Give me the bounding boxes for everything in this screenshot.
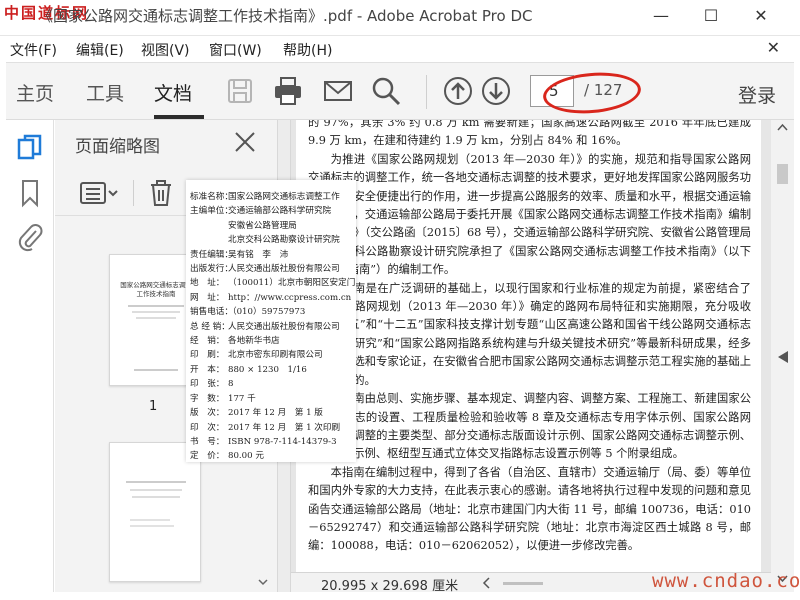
attachment-icon[interactable] xyxy=(16,222,44,252)
print-icon[interactable] xyxy=(272,75,304,107)
overlay-row: 印 刷： 北京市密东印刷有限公司 xyxy=(190,350,323,361)
doc-paragraph-4: 本指南由总则、实施步骤、基本规定、调整内容、调整方案、工程施工、新建国家公路交通… xyxy=(308,392,751,461)
tab-home[interactable]: 主页 xyxy=(16,79,54,106)
thumbnail-text-line xyxy=(136,317,176,319)
thumbnail-options-icon[interactable] xyxy=(79,180,119,206)
overlay-row: 安徽省公路管理局 xyxy=(228,220,297,231)
menu-help[interactable]: 帮助(H) xyxy=(283,40,332,60)
thumbnail-page-number: 1 xyxy=(149,399,158,414)
copyright-page-overlay: 标准名称： 国家公路网交通标志调整工作 主编单位： 交通运输部公路科学研究院 安徽省… xyxy=(186,180,356,462)
page-thumbnail-2[interactable] xyxy=(109,442,201,582)
toolbar-separator xyxy=(426,75,427,109)
thumbnail-panel-title: 页面缩略图 xyxy=(75,137,160,157)
thumbnail-cover-title-2: 工作技术指南 xyxy=(136,290,176,298)
overlay-row: 主编单位： 交通运输部公路科学研究院 xyxy=(190,206,332,217)
delete-page-icon[interactable] xyxy=(147,178,175,208)
doc-paragraph-5: 本指南在编制过程中，得到了各省（自治区、直辖市）交通运输厅（局、委）等单位和国内… xyxy=(308,465,751,553)
menu-bar: 文件(F) 编辑(E) 视图(V) 窗口(W) 帮助(H) ✕ xyxy=(0,36,800,62)
overlay-row: 经 销： 各地新华书店 xyxy=(190,336,280,347)
thumbnail-text-line xyxy=(134,369,178,371)
document-page: 的 97%，其余 3% 约 0.8 万 km 需要新建；国家高速公路网截至 20… xyxy=(296,120,761,592)
menu-view[interactable]: 视图(V) xyxy=(141,40,190,60)
title-bar: 中国道标网 《国家公路网交通标志调整工作技术指南》.pdf - Adobe Ac… xyxy=(0,0,800,36)
page-thumbnails-icon[interactable] xyxy=(16,134,44,164)
thumbnail-text-line xyxy=(130,489,182,491)
thumbnail-text-line xyxy=(132,496,180,498)
save-icon[interactable] xyxy=(224,75,256,107)
scroll-left-icon[interactable] xyxy=(481,577,493,589)
close-document-icon[interactable]: ✕ xyxy=(767,38,780,57)
overlay-row: 标准名称： 国家公路网交通标志调整工作 xyxy=(190,192,340,202)
page-up-icon[interactable] xyxy=(442,75,474,107)
menu-edit[interactable]: 编辑(E) xyxy=(76,40,124,60)
menu-window[interactable]: 窗口(W) xyxy=(209,40,262,60)
doc-paragraph-1: 的 97%，其余 3% 约 0.8 万 km 需要新建；国家高速公路网截至 20… xyxy=(308,120,751,148)
overlay-row: 字 数： 177 千 xyxy=(190,393,256,404)
login-button[interactable]: 登录 xyxy=(738,81,776,108)
close-panel-icon[interactable] xyxy=(233,130,257,154)
doc-paragraph-3: 本指南是在广泛调研的基础上，以现行国家和行业标准的规定为前提，紧密结合了《国家公… xyxy=(308,281,751,387)
site-watermark-url: www.cndao.com xyxy=(652,570,800,592)
thumbnail-text-line xyxy=(130,525,174,527)
overlay-row: 北京交科公路勘察设计研究院 xyxy=(228,235,340,246)
scrollbar-graphic xyxy=(777,123,788,583)
minimize-button[interactable]: — xyxy=(646,4,676,28)
active-tab-indicator xyxy=(154,115,204,119)
overlay-row: 责任编辑： 吴有铭 李 沛 xyxy=(190,249,289,260)
overlay-row: 印 张： 8 xyxy=(190,379,234,390)
thumbnail-cover-title-1: 国家公路网交通标志调整 xyxy=(120,281,192,289)
page-down-icon[interactable] xyxy=(480,75,512,107)
doc-paragraph-2: 为推进《国家公路网规划（2013 年—2030 年）》的实施，规范和指导国家公路… xyxy=(308,152,751,277)
close-window-button[interactable]: ✕ xyxy=(746,4,776,28)
window-title: 《国家公路网交通标志调整工作技术指南》.pdf - Adobe Acrobat … xyxy=(38,7,533,25)
overlay-row: 书 号： ISBN 978-7-114-14379-3 xyxy=(190,436,337,447)
overlay-row: 版 次： 2017 年 12 月 第 1 版 xyxy=(190,408,323,419)
menu-file[interactable]: 文件(F) xyxy=(10,40,57,60)
page-size-readout: 20.995 x 29.698 厘米 xyxy=(321,579,459,594)
overlay-row: 总 经 销： 人民交通出版社股份有限公司 xyxy=(190,321,340,332)
overlay-row: 定 价： 80.00 元 xyxy=(190,451,264,462)
tool-separator xyxy=(133,180,134,206)
tab-tools[interactable]: 工具 xyxy=(86,79,124,106)
thumbnail-text-line xyxy=(126,481,186,483)
maximize-button[interactable]: ☐ xyxy=(696,4,726,28)
overlay-row: 网 址： http：//www.ccpress.com.cn xyxy=(190,292,352,303)
document-scrollbar[interactable] xyxy=(771,120,794,592)
document-viewport[interactable]: 的 97%，其余 3% 约 0.8 万 km 需要新建；国家高速公路网截至 20… xyxy=(291,120,771,592)
search-icon[interactable] xyxy=(370,75,402,107)
overlay-row: 印 次： 2017 年 12 月 第 1 次印刷 xyxy=(190,422,341,433)
email-icon[interactable] xyxy=(322,75,354,107)
main-toolbar: 主页 工具 文档 5 / 127 登录 xyxy=(6,62,794,120)
horizontal-scroll-thumb[interactable] xyxy=(503,582,543,585)
overlay-row: 出版发行： 人民交通出版社股份有限公司 xyxy=(190,264,340,275)
navigation-rail xyxy=(6,120,54,592)
tab-document[interactable]: 文档 xyxy=(154,79,192,106)
overlay-row: 开 本： 880 × 1230 1/16 xyxy=(190,364,307,375)
overlay-row: 地 址： （100011）北京市朝阳区安定门 xyxy=(190,278,356,289)
overlay-row: 销售电话： （010）59757973 xyxy=(190,307,306,318)
bookmark-icon[interactable] xyxy=(16,178,44,208)
thumbnail-text-line xyxy=(132,311,180,313)
thumbnail-text-line xyxy=(128,305,184,307)
thumbnail-text-line xyxy=(130,519,170,521)
